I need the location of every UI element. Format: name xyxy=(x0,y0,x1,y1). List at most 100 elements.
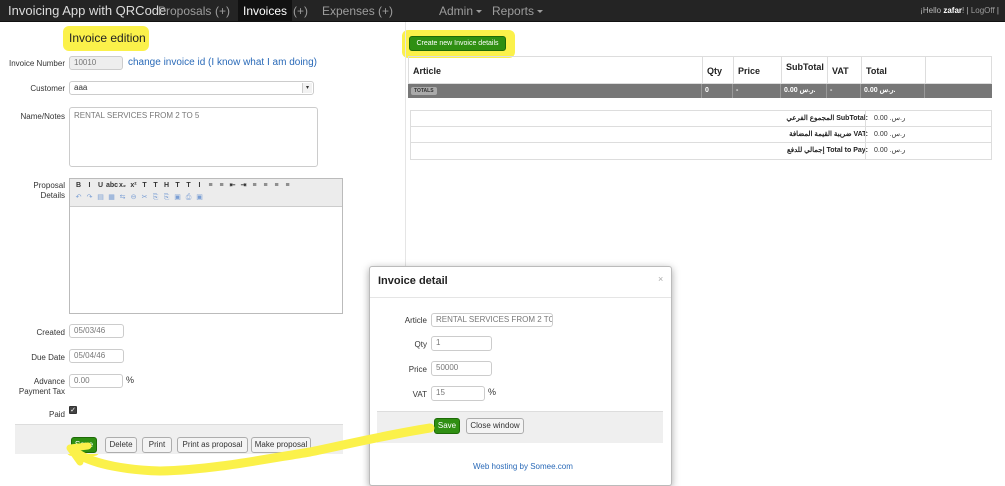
editor-tool-icon[interactable]: ⇥ xyxy=(238,180,249,192)
editor-tool-icon[interactable]: x² xyxy=(128,180,139,192)
editor-tool-icon[interactable]: T xyxy=(139,180,150,192)
user-greeting: ¡Hello zafar! | LogOff | xyxy=(920,6,999,15)
proposal-label-line2: Details xyxy=(40,191,65,200)
customer-label: Customer xyxy=(30,84,65,93)
editor-tool-icon[interactable]: I xyxy=(194,180,205,192)
greeting-separator: | xyxy=(966,6,969,15)
nav-reports-dropdown[interactable]: Reports xyxy=(492,0,544,22)
close-icon[interactable]: × xyxy=(658,274,663,284)
editor-tool-icon[interactable]: ▣ xyxy=(194,192,205,204)
editor-tool-icon[interactable]: ≡ xyxy=(205,180,216,192)
modal-article-field[interactable]: RENTAL SERVICES FROM 2 TO 5 xyxy=(431,313,553,327)
editor-tool-icon[interactable]: ⇆ xyxy=(117,192,128,204)
invoice-number-field[interactable]: 10010 xyxy=(69,56,123,70)
customer-selected-value: aaa xyxy=(74,83,88,92)
editor-tool-icon[interactable]: ↷ xyxy=(84,192,95,204)
editor-tool-icon[interactable]: ≡ xyxy=(249,180,260,192)
advance-payment-label: Advance Payment Tax xyxy=(2,377,65,397)
nav-expenses[interactable]: Expenses xyxy=(322,0,375,22)
editor-tool-icon[interactable]: ⎘ xyxy=(161,192,172,204)
advance-label-line1: Advance xyxy=(33,377,65,386)
nav-expenses-add[interactable]: (+) xyxy=(378,0,393,22)
paid-checkbox[interactable]: ✓ xyxy=(69,406,77,414)
greeting-tail: | xyxy=(996,6,999,15)
modal-article-label: Article xyxy=(404,316,427,325)
editor-tool-icon[interactable]: ≡ xyxy=(216,180,227,192)
editor-tool-icon[interactable]: T xyxy=(183,180,194,192)
nav-proposals[interactable]: Proposals xyxy=(158,0,211,22)
editor-toolbar-row1: B I Uabcx₂ x² T T H T T I ≡ ≡ ⇤ ⇥ ≡ ≡ ≡ ≡ xyxy=(73,180,339,192)
modal-price-label: Price xyxy=(408,365,427,374)
nav-proposals-add[interactable]: (+) xyxy=(215,0,230,22)
modal-title: Invoice detail xyxy=(378,275,448,287)
due-date-field[interactable]: 05/04/46 xyxy=(69,349,124,363)
editor-toolbar: B I Uabcx₂ x² T T H T T I ≡ ≡ ⇤ ⇥ ≡ ≡ ≡ ≡ ↶ ↷ ▤ ▦ ⇆ ⊖ ✂ ⎘ ⎘ ▣ ⎙ ▣ xyxy=(70,179,342,207)
editor-tool-icon[interactable]: U xyxy=(95,180,106,192)
summary-label: المجموع الفرعي SubTotal: xyxy=(786,115,868,122)
totals-subtotal: 0.00 ر.س. xyxy=(781,84,827,98)
editor-tool-icon[interactable]: abc xyxy=(106,180,118,192)
col-header-vat[interactable]: VAT xyxy=(828,57,862,85)
print-as-proposal-button[interactable]: Print as proposal xyxy=(177,437,248,453)
editor-tool-icon[interactable]: x₂ xyxy=(117,180,128,192)
web-hosting-link[interactable]: Web hosting by Somee.com xyxy=(473,462,573,471)
col-header-total[interactable]: Total xyxy=(862,57,926,85)
editor-tool-icon[interactable]: ≡ xyxy=(271,180,282,192)
col-header-price[interactable]: Price xyxy=(734,57,782,85)
advance-payment-field[interactable]: 0.00 xyxy=(69,374,123,388)
editor-tool-icon[interactable]: ⎘ xyxy=(150,192,161,204)
change-invoice-id-link[interactable]: change invoice id (I know what I am doin… xyxy=(128,57,317,68)
editor-tool-icon[interactable]: ⇤ xyxy=(227,180,238,192)
summary-row-total: إجمالي للدفع Total to Pay: ر.س. 0.00 xyxy=(411,143,991,159)
notes-textarea[interactable]: RENTAL SERVICES FROM 2 TO 5 xyxy=(69,107,318,167)
modal-header-divider xyxy=(370,297,671,298)
created-label: Created xyxy=(36,328,65,337)
editor-tool-icon[interactable]: B xyxy=(73,180,84,192)
summary-label: ضريبة القيمة المضافة VAT: xyxy=(789,131,868,138)
editor-tool-icon[interactable]: ≡ xyxy=(282,180,293,192)
modal-qty-field[interactable]: 1 xyxy=(431,336,492,351)
paid-label: Paid xyxy=(48,410,65,419)
editor-tool-icon[interactable]: I xyxy=(84,180,95,192)
editor-tool-icon[interactable]: ▣ xyxy=(172,192,183,204)
editor-tool-icon[interactable]: T xyxy=(172,180,183,192)
editor-tool-icon[interactable]: ↶ xyxy=(73,192,84,204)
logoff-link[interactable]: LogOff xyxy=(971,6,995,15)
invoice-number-label: Invoice Number xyxy=(8,59,65,68)
nav-invoices-add[interactable]: (+) xyxy=(293,0,308,22)
totals-vat: - xyxy=(827,84,861,98)
editor-tool-icon[interactable]: ≡ xyxy=(260,180,271,192)
column-divider xyxy=(405,22,406,272)
nav-admin-label: Admin xyxy=(439,4,474,18)
modal-close-window-button[interactable]: Close window xyxy=(466,418,524,434)
customer-select[interactable]: aaa ▾ xyxy=(69,81,314,95)
editor-tool-icon[interactable]: T xyxy=(150,180,161,192)
nav-invoices[interactable]: Invoices xyxy=(238,0,293,22)
delete-button[interactable]: Delete xyxy=(105,437,137,453)
editor-tool-icon[interactable]: ⊖ xyxy=(128,192,139,204)
editor-tool-icon[interactable]: ▤ xyxy=(95,192,106,204)
modal-save-button[interactable]: Save xyxy=(434,418,460,434)
chevron-down-icon: ▾ xyxy=(302,83,312,93)
nav-admin-dropdown[interactable]: Admin xyxy=(439,0,483,22)
editor-toolbar-row2: ↶ ↷ ▤ ▦ ⇆ ⊖ ✂ ⎘ ⎘ ▣ ⎙ ▣ xyxy=(73,192,339,204)
print-button[interactable]: Print xyxy=(142,437,172,453)
modal-vat-field[interactable]: 15 xyxy=(431,386,485,401)
modal-price-field[interactable]: 50000 xyxy=(431,361,492,376)
editor-tool-icon[interactable]: ⎙ xyxy=(183,192,194,204)
editor-tool-icon[interactable]: H xyxy=(161,180,172,192)
rich-text-editor[interactable]: B I Uabcx₂ x² T T H T T I ≡ ≡ ⇤ ⇥ ≡ ≡ ≡ ≡ ↶ ↷ ▤ ▦ ⇆ ⊖ ✂ ⎘ ⎘ ▣ ⎙ ▣ xyxy=(69,178,343,314)
chevron-down-icon xyxy=(476,10,483,14)
proposal-label-line1: Proposal xyxy=(33,181,65,190)
app-brand[interactable]: Invoicing App with QRCode xyxy=(8,0,166,22)
created-date-field[interactable]: 05/03/46 xyxy=(69,324,124,338)
col-header-qty[interactable]: Qty xyxy=(703,57,734,85)
editor-tool-icon[interactable]: ✂ xyxy=(139,192,150,204)
totals-price: - xyxy=(733,84,781,98)
make-proposal-button[interactable]: Make proposal xyxy=(251,437,311,453)
save-button[interactable]: Save xyxy=(71,437,97,453)
col-header-subtotal[interactable]: SubTotal xyxy=(782,57,828,85)
editor-tool-icon[interactable]: ▦ xyxy=(106,192,117,204)
col-header-article[interactable]: Article xyxy=(409,57,703,85)
create-invoice-details-button[interactable]: Create new Invoice details xyxy=(409,36,506,51)
